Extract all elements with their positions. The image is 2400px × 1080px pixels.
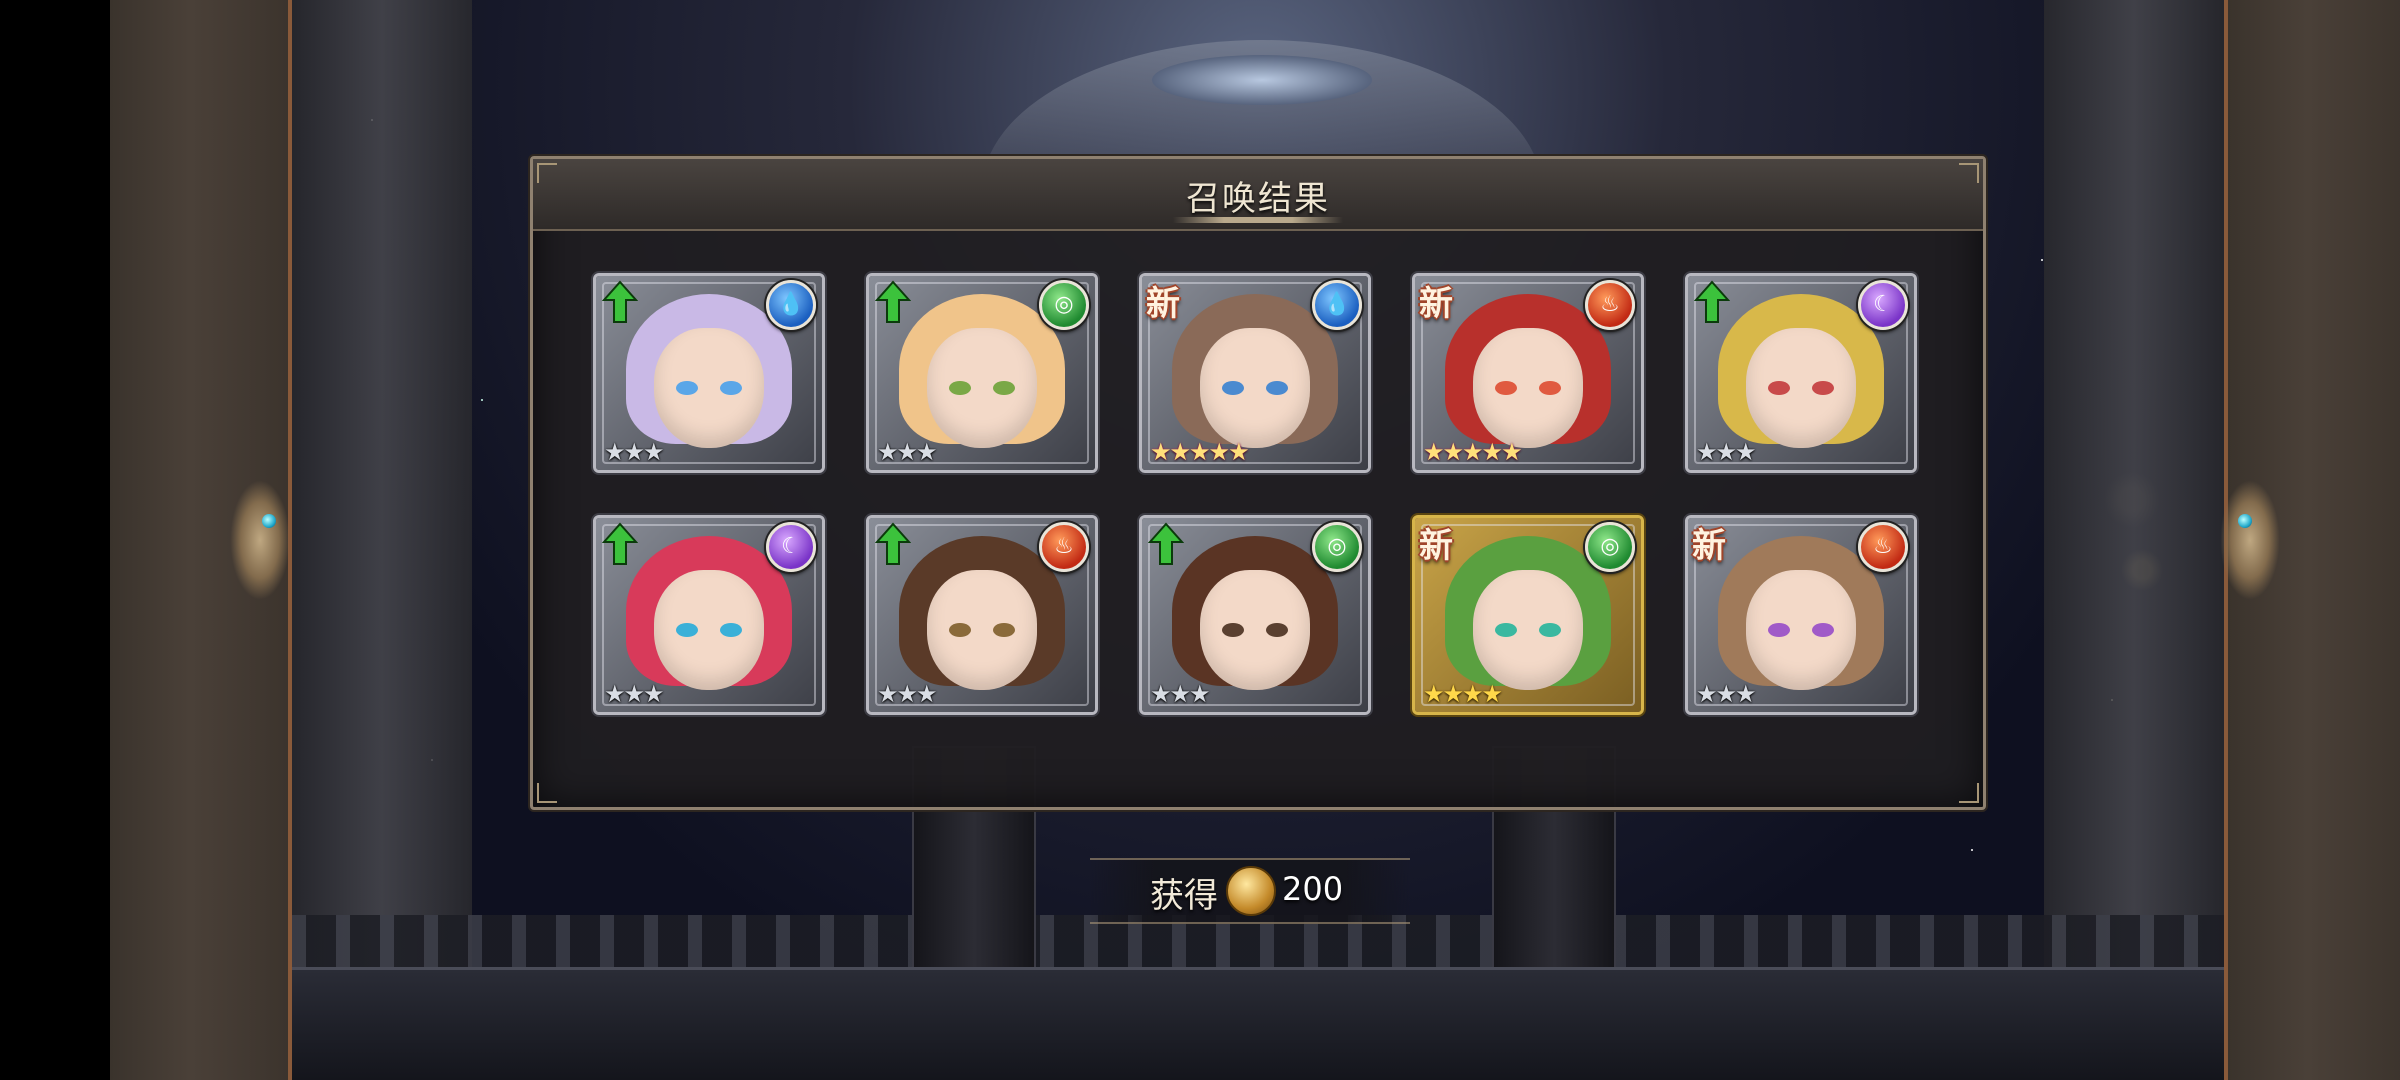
water-element-icon: 💧 (1312, 280, 1362, 330)
wind-element-icon: ◎ (1039, 280, 1089, 330)
reward-label: 获得 (1150, 876, 1218, 916)
hero-card[interactable]: ☾ ★★★ (1685, 273, 1917, 473)
wind-element-icon: ◎ (1585, 522, 1635, 572)
summon-result-dialog: 召唤结果 💧 ★★★ ◎ ★★★ 新 💧 ★★★★★ 新 ♨ ★★★★★ ☾ ★★★ ☾ ★★★ ♨ ★★★ ◎… (530, 156, 1986, 810)
right-gem-icon (2238, 514, 2252, 528)
rarity-stars: ★★★★★ (1423, 438, 1523, 466)
rarity-stars: ★★★ (604, 438, 665, 466)
fire-element-icon: ♨ (1039, 522, 1089, 572)
balustrade (292, 915, 2224, 975)
dialog-title: 召唤结果 (1186, 179, 1330, 219)
upgrade-arrow-icon (1694, 280, 1730, 323)
rarity-stars: ★★★ (1150, 680, 1211, 708)
corner-ornament (1959, 783, 1979, 803)
upgrade-arrow-icon (602, 280, 638, 323)
hero-card[interactable]: 新 ♨ ★★★ (1685, 515, 1917, 715)
dialog-header: 召唤结果 (533, 159, 1983, 231)
hero-card[interactable]: 💧 ★★★ (593, 273, 825, 473)
dome-window (1152, 55, 1372, 105)
dark-element-icon: ☾ (766, 522, 816, 572)
corner-ornament (537, 783, 557, 803)
fire-element-icon: ♨ (1858, 522, 1908, 572)
hero-card[interactable]: 新 ♨ ★★★★★ (1412, 273, 1644, 473)
new-badge: 新 (1419, 526, 1453, 566)
new-badge: 新 (1419, 284, 1453, 324)
game-screen: 召唤结果 💧 ★★★ ◎ ★★★ 新 💧 ★★★★★ 新 ♨ ★★★★★ ☾ ★★★ ☾ ★★★ ♨ ★★★ ◎… (0, 0, 2400, 1080)
hero-card[interactable]: 新 💧 ★★★★★ (1139, 273, 1371, 473)
rarity-stars: ★★★ (604, 680, 665, 708)
rarity-stars: ★★★ (1696, 438, 1757, 466)
upgrade-arrow-icon (875, 522, 911, 565)
left-gem-icon (262, 514, 276, 528)
water-element-icon: 💧 (766, 280, 816, 330)
floor (292, 967, 2224, 1080)
new-badge: 新 (1692, 526, 1726, 566)
hero-card[interactable]: ♨ ★★★ (866, 515, 1098, 715)
rarity-stars: ★★★★★ (1150, 438, 1250, 466)
hero-card[interactable]: ☾ ★★★ (593, 515, 825, 715)
upgrade-arrow-icon (1148, 522, 1184, 565)
upgrade-arrow-icon (602, 522, 638, 565)
upgrade-arrow-icon (875, 280, 911, 323)
title-divider (1173, 217, 1343, 223)
new-badge: 新 (1146, 284, 1180, 324)
rarity-stars: ★★★ (877, 438, 938, 466)
right-ornament-icon (2220, 480, 2280, 600)
hero-card[interactable]: ◎ ★★★ (866, 273, 1098, 473)
hero-card[interactable]: 新 ◎ ★★★★ (1412, 515, 1644, 715)
hero-card[interactable]: ◎ ★★★ (1139, 515, 1371, 715)
reward-bar: 获得 200 (1090, 858, 1410, 924)
wind-element-icon: ◎ (1312, 522, 1362, 572)
reward-amount: 200 (1282, 870, 1344, 908)
corner-ornament (1959, 163, 1979, 183)
rarity-stars: ★★★ (1696, 680, 1757, 708)
gold-coin-icon (1226, 866, 1276, 916)
dark-element-icon: ☾ (1858, 280, 1908, 330)
left-ornament-icon (230, 480, 290, 600)
rarity-stars: ★★★★ (1423, 680, 1503, 708)
fire-element-icon: ♨ (1585, 280, 1635, 330)
corner-ornament (537, 163, 557, 183)
rarity-stars: ★★★ (877, 680, 938, 708)
